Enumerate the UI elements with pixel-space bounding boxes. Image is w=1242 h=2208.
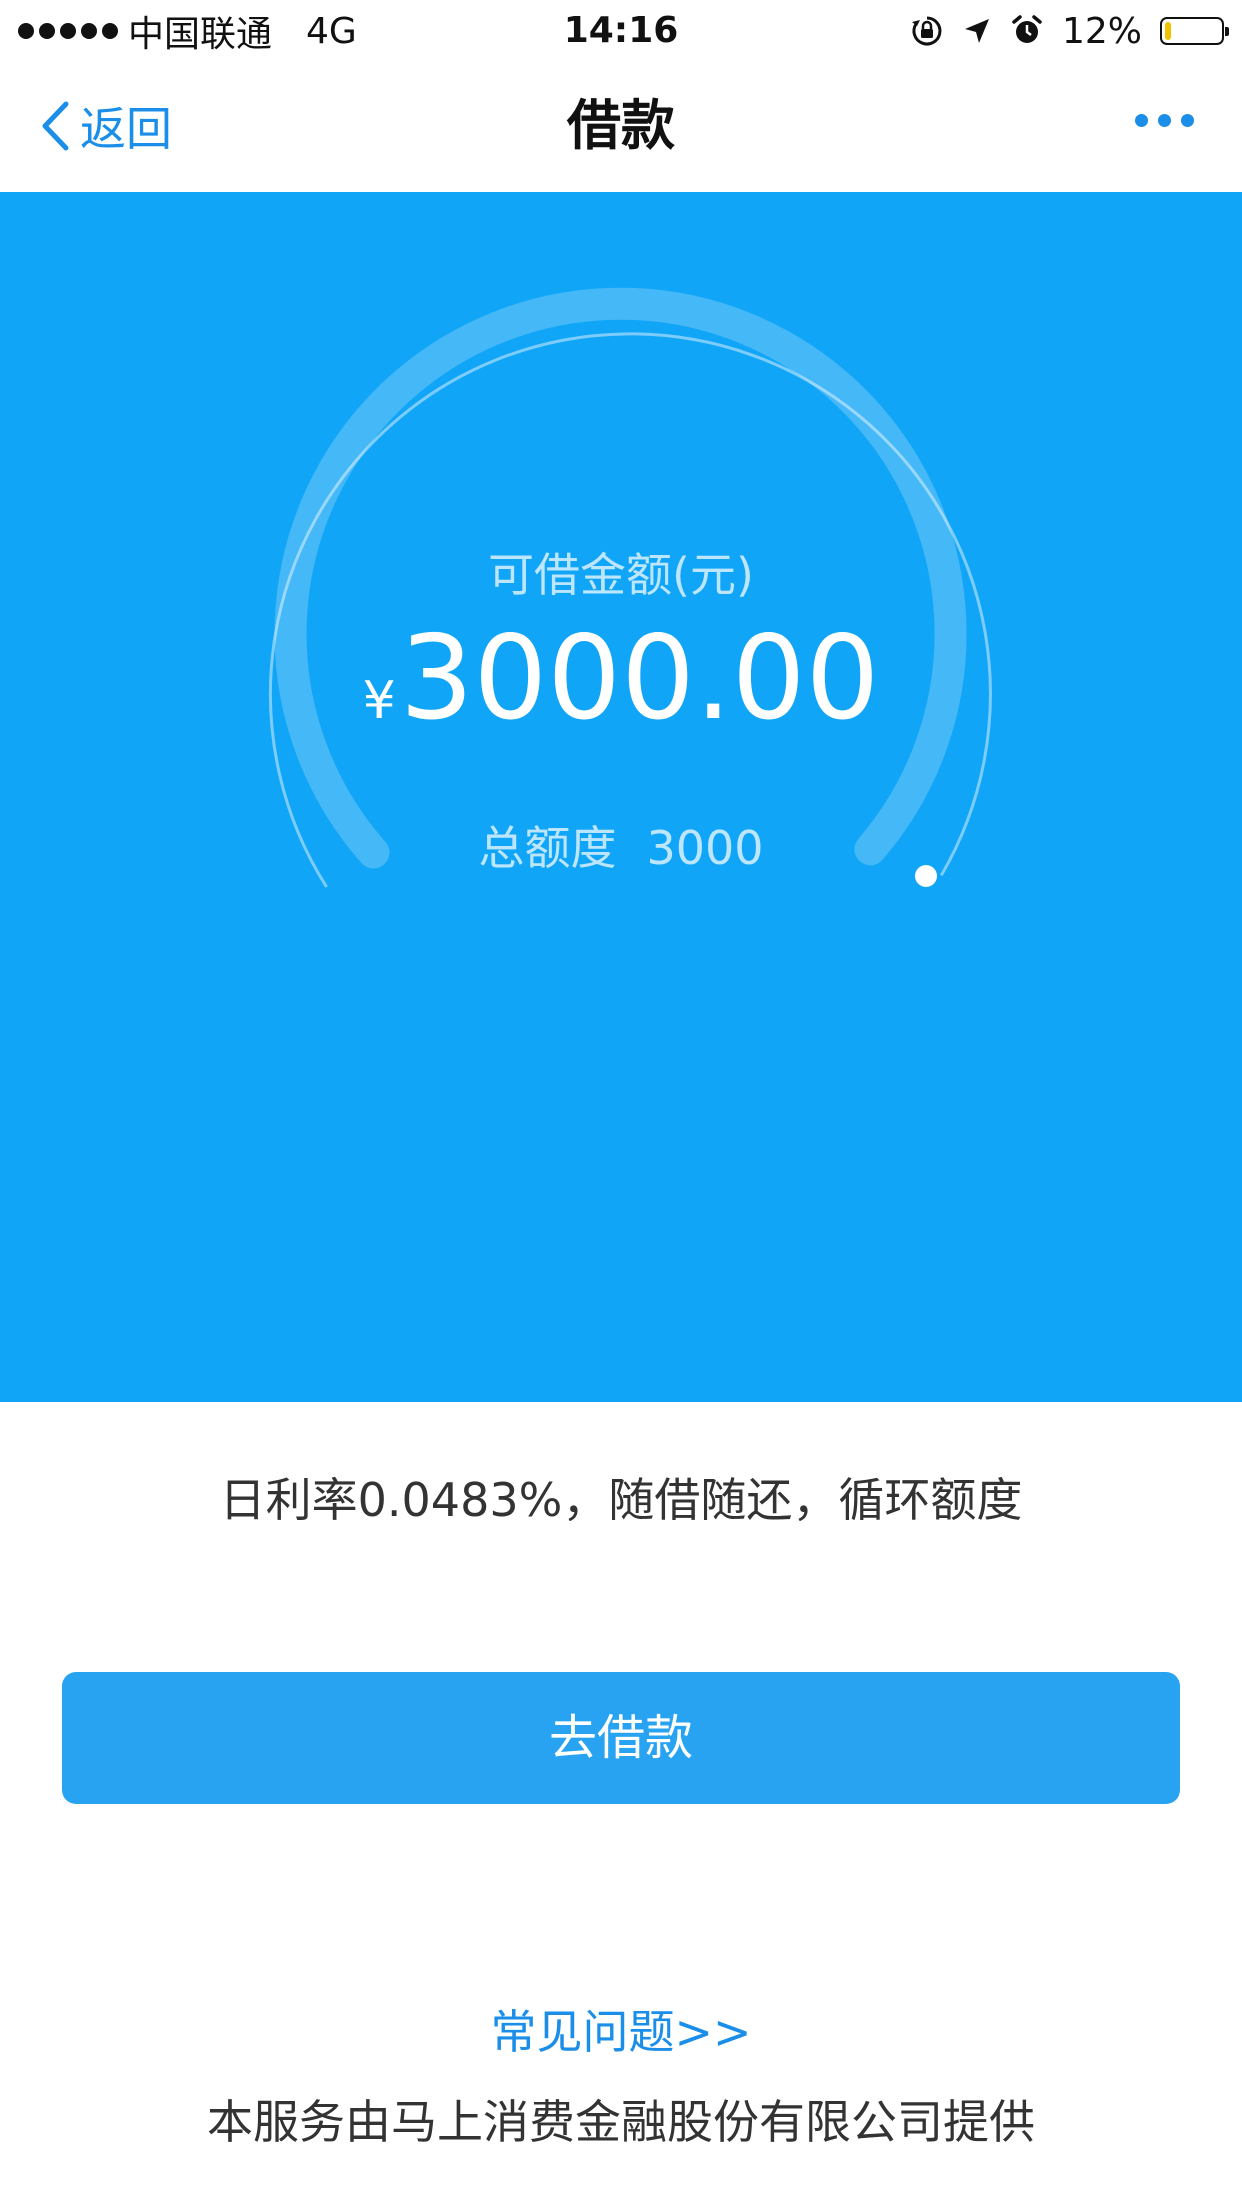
- total-limit-value: 3000: [646, 821, 764, 875]
- loan-hero: 可借金额(元) ¥3000.00 总额度 3000: [0, 192, 1242, 1402]
- rotation-lock-icon: [910, 14, 944, 48]
- battery-level-fill: [1165, 22, 1171, 40]
- status-bar: 中国联通 4G 14:16 12%: [0, 0, 1242, 62]
- provider-note: 本服务由马上消费金融股份有限公司提供: [207, 2095, 1035, 2149]
- available-amount: ¥3000.00: [0, 614, 1242, 778]
- more-dots-icon[interactable]: [1135, 114, 1194, 127]
- location-arrow-icon: [962, 16, 992, 46]
- battery-icon: [1160, 17, 1229, 45]
- alarm-icon: [1010, 14, 1044, 48]
- status-right: 12%: [910, 8, 1229, 54]
- available-amount-value: 3000.00: [399, 611, 880, 746]
- credit-gauge: [268, 287, 992, 888]
- rate-info: 日利率0.0483%，随借随还，循环额度: [219, 1473, 1023, 1527]
- faq-link[interactable]: 常见问题>>: [0, 2000, 1242, 2064]
- available-amount-label: 可借金额(元): [488, 548, 754, 602]
- nav-bar: 返回 借款: [0, 62, 1242, 192]
- currency-symbol: ¥: [362, 671, 396, 731]
- page: 中国联通 4G 14:16 12% 返回 借款 可借金额(元) ¥3000.00…: [0, 0, 1242, 2208]
- total-limit-label: 总额度: [478, 821, 617, 875]
- page-title: 借款: [567, 94, 675, 157]
- battery-percent: 12%: [1061, 10, 1142, 52]
- borrow-button[interactable]: 去借款: [62, 1672, 1180, 1804]
- total-limit: 总额度 3000: [0, 818, 1242, 878]
